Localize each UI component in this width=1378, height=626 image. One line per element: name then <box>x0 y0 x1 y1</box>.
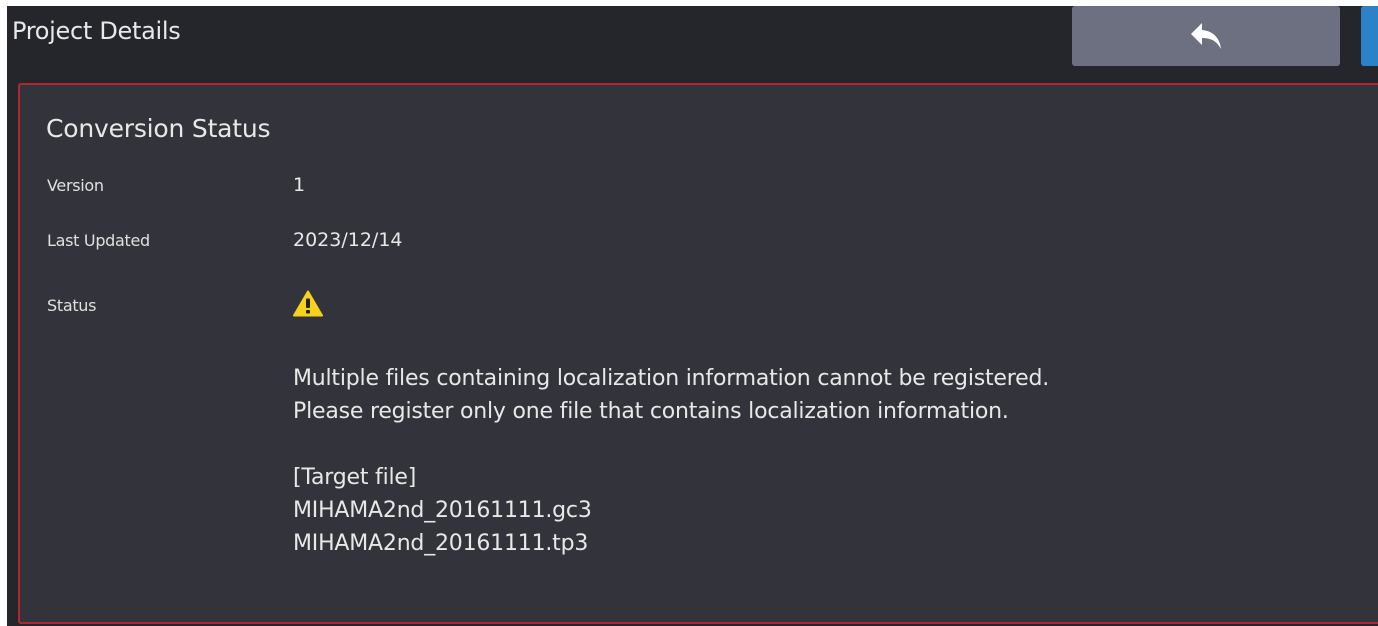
version-value: 1 <box>293 174 306 196</box>
status-label: Status <box>47 296 97 315</box>
message-line-1: Multiple files containing localization i… <box>293 366 1050 391</box>
target-file-header: [Target file] <box>293 465 417 490</box>
header: Project Details <box>7 6 1378 76</box>
reply-arrow-icon <box>1191 23 1221 49</box>
warning-icon <box>293 290 323 317</box>
target-file-item: MIHAMA2nd_20161111.tp3 <box>293 531 589 556</box>
page-title: Project Details <box>12 17 181 45</box>
conversion-status-panel: Conversion Status Version 1 Last Updated… <box>18 83 1378 624</box>
back-button[interactable] <box>1072 6 1340 66</box>
message-line-2: Please register only one file that conta… <box>293 399 1009 424</box>
section-title: Conversion Status <box>46 114 271 143</box>
last-updated-value: 2023/12/14 <box>293 229 403 251</box>
status-message: Multiple files containing localization i… <box>293 362 1049 560</box>
app-window: Project Details Conversion Status Versio… <box>7 6 1378 626</box>
last-updated-label: Last Updated <box>47 231 150 250</box>
target-file-item: MIHAMA2nd_20161111.gc3 <box>293 498 592 523</box>
version-label: Version <box>47 176 104 195</box>
side-action-button[interactable] <box>1361 6 1378 66</box>
